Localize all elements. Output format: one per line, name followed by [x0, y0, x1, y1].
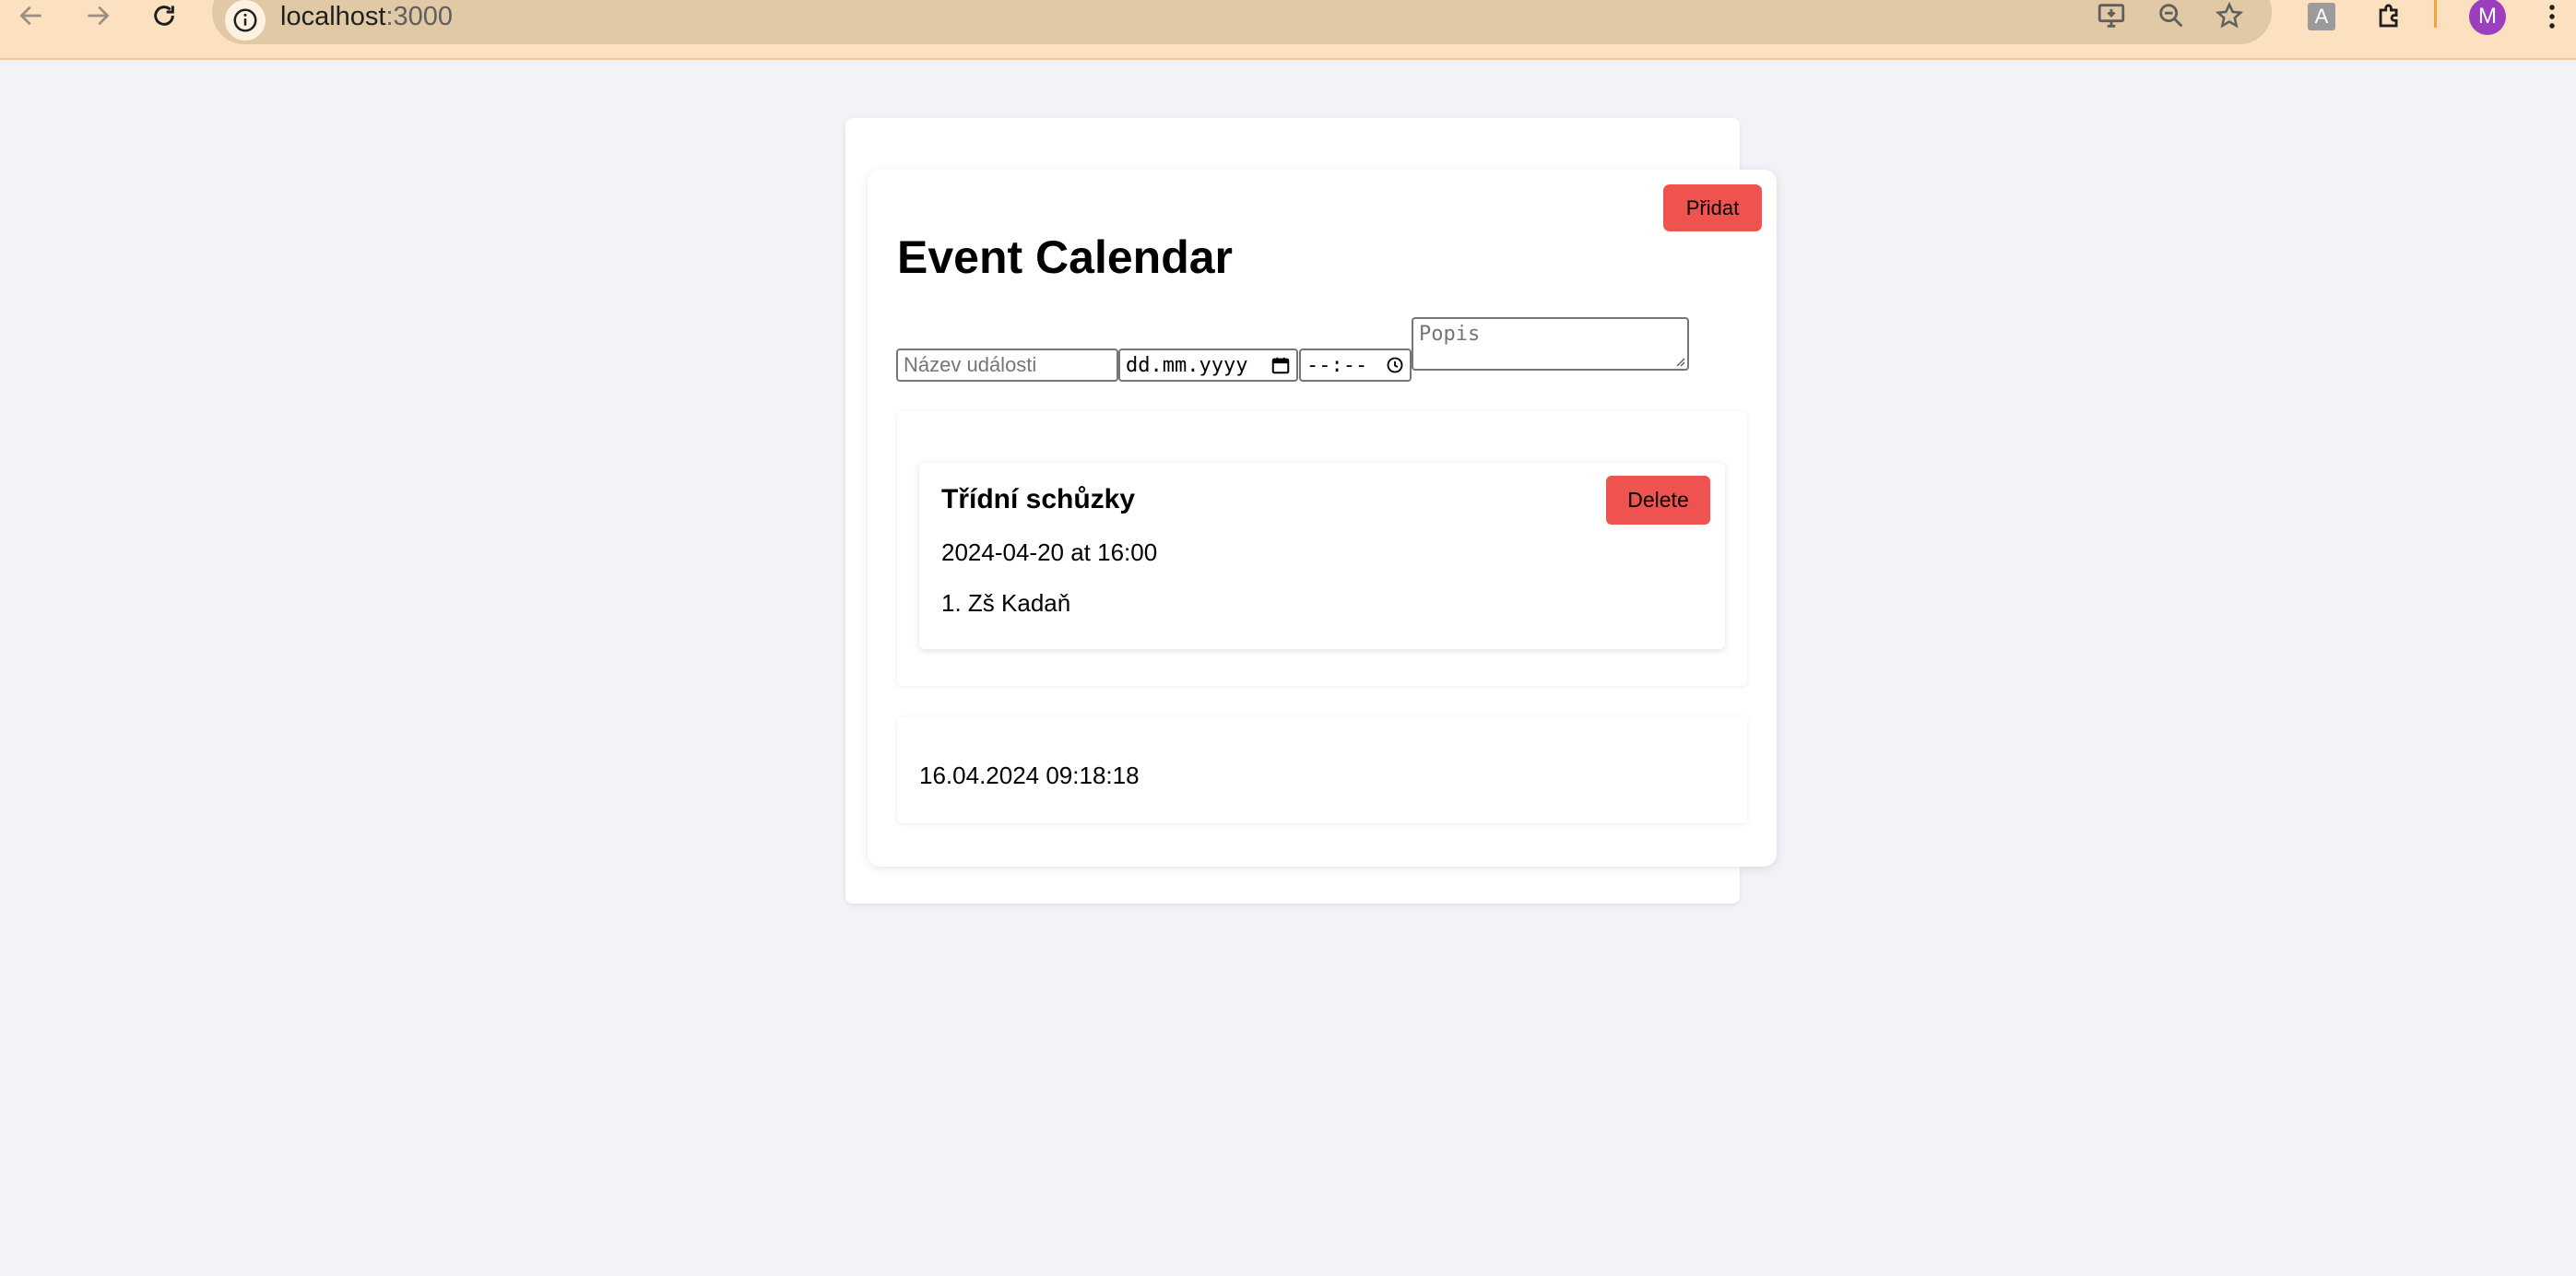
back-arrow-icon	[19, 6, 41, 26]
extensions-button[interactable]	[2371, 0, 2408, 33]
browser-toolbar: localhost:3000 A M	[0, 0, 2576, 60]
info-icon	[233, 8, 257, 32]
url-host: localhost	[280, 2, 386, 31]
clock-icon[interactable]	[1386, 356, 1404, 374]
back-button[interactable]	[13, 0, 50, 31]
event-datetime: 2024-04-20 at 16:00	[941, 538, 1158, 566]
event-description-placeholder: Popis	[1419, 323, 1481, 346]
translate-icon: A	[2308, 3, 2335, 30]
toolbar-divider	[2434, 0, 2437, 28]
reload-icon	[154, 6, 174, 26]
forward-arrow-icon	[88, 6, 110, 26]
event-name-input[interactable]: Název události	[896, 349, 1118, 382]
url-port: :3000	[385, 2, 454, 31]
star-icon	[2215, 1, 2244, 29]
install-app-button[interactable]	[2093, 0, 2130, 31]
calendar-icon[interactable]	[1270, 355, 1291, 375]
event-description-textarea[interactable]: Popis	[1412, 317, 1689, 371]
site-info-button[interactable]	[225, 0, 266, 41]
translate-extension-button[interactable]: A	[2305, 0, 2338, 33]
forward-button[interactable]	[79, 0, 116, 31]
kebab-menu-icon	[2549, 5, 2555, 29]
current-datetime: 16.04.2024 09:18:18	[919, 762, 1140, 789]
zoom-button[interactable]	[2153, 0, 2190, 31]
event-date-placeholder: dd.mm.yyyy	[1126, 353, 1248, 377]
url-text[interactable]: localhost:3000	[280, 0, 453, 33]
delete-event-button[interactable]: Delete	[1606, 476, 1710, 525]
event-date-input[interactable]: dd.mm.yyyy	[1118, 349, 1298, 382]
profile-button[interactable]: M	[2468, 0, 2507, 35]
add-event-button[interactable]: Přidat	[1663, 184, 1762, 231]
browser-menu-button[interactable]	[2541, 0, 2563, 33]
address-bar[interactable]: localhost:3000	[212, 0, 2272, 44]
avatar: M	[2469, 0, 2506, 35]
event-description: 1. Zš Kadaň	[941, 589, 1071, 617]
resize-handle-icon[interactable]	[1674, 356, 1685, 367]
event-name-placeholder: Název události	[904, 353, 1037, 376]
page-title: Event Calendar	[897, 231, 1234, 283]
event-title: Třídní schůzky	[941, 484, 1136, 514]
event-time-input[interactable]: --:--	[1299, 349, 1412, 382]
bookmark-button[interactable]	[2211, 0, 2248, 31]
reload-button[interactable]	[146, 0, 183, 31]
install-app-icon	[2097, 4, 2125, 28]
zoom-out-icon	[2159, 4, 2183, 28]
puzzle-icon	[2379, 4, 2398, 28]
event-time-placeholder: --:--	[1306, 353, 1368, 377]
